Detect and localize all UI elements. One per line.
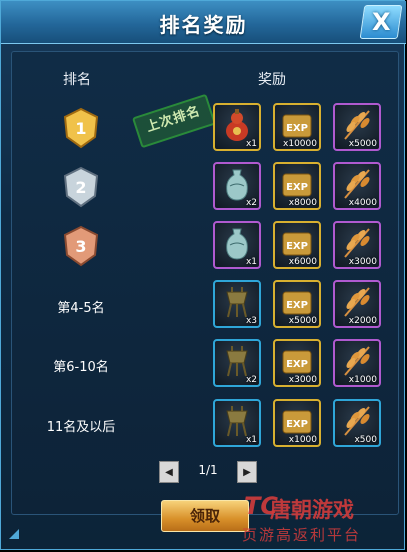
reward-qty: x4000 <box>348 198 377 208</box>
exp-scroll-icon: EXP <box>282 173 312 197</box>
silver-rank-badge: 2 <box>61 166 101 208</box>
bronze-vessel-icon <box>226 406 248 437</box>
reward-item[interactable]: EXP x8000 <box>273 162 321 210</box>
watermark-sub: 页游高返利平台 <box>242 526 362 544</box>
reward-qty: x1000 <box>348 375 377 385</box>
reward-item[interactable]: EXP x3000 <box>273 339 321 387</box>
svg-text:EXP: EXP <box>286 241 308 252</box>
exp-scroll-icon: EXP <box>282 291 312 315</box>
close-icon: X <box>371 8 391 36</box>
reward-qty: x2 <box>245 198 257 208</box>
rank-number: 1 <box>75 119 86 138</box>
rank-number: 3 <box>75 237 86 256</box>
reward-qty: x3000 <box>288 375 317 385</box>
claim-button[interactable]: 领取 <box>161 500 249 532</box>
watermark-main: 唐朝游戏 <box>270 498 354 522</box>
svg-text:EXP: EXP <box>286 123 308 134</box>
reward-item[interactable]: x3 <box>213 280 261 328</box>
next-arrow-icon: ▶ <box>243 466 251 478</box>
reward-qty: x2 <box>245 375 257 385</box>
bronze-vessel-icon <box>226 346 248 377</box>
reward-qty: x5000 <box>288 316 317 326</box>
reward-qty: x6000 <box>288 257 317 267</box>
gold-rank-badge: 1 <box>61 107 101 149</box>
reward-qty: x10000 <box>283 139 317 149</box>
svg-text:EXP: EXP <box>286 359 308 370</box>
reward-item[interactable]: x2 <box>213 162 261 210</box>
reward-item[interactable]: EXP x1000 <box>273 399 321 447</box>
reward-item[interactable]: x3000 <box>333 221 381 269</box>
exp-scroll-icon: EXP <box>282 114 312 138</box>
reward-item[interactable]: EXP x6000 <box>273 221 321 269</box>
reward-item[interactable]: x500 <box>333 399 381 447</box>
close-button[interactable]: X <box>359 5 403 39</box>
svg-text:EXP: EXP <box>286 300 308 311</box>
reward-item[interactable]: x2000 <box>333 280 381 328</box>
reward-qty: x3000 <box>348 257 377 267</box>
rank-label: 第6-10名 <box>53 360 109 375</box>
page-indicator: 1/1 <box>198 463 218 477</box>
vase-icon <box>226 169 248 201</box>
bronze-vessel-icon <box>226 287 248 318</box>
svg-text:EXP: EXP <box>286 182 308 193</box>
rank-label: 11名及以后 <box>46 420 116 435</box>
reward-item[interactable]: x1 <box>213 399 261 447</box>
exp-scroll-icon: EXP <box>282 410 312 434</box>
next-page-button[interactable]: ▶ <box>237 461 257 483</box>
wheat-icon <box>344 346 370 376</box>
bronze-rank-badge: 3 <box>61 225 101 267</box>
reward-qty: x1000 <box>288 435 317 445</box>
reward-qty: x8000 <box>288 198 317 208</box>
reward-item[interactable]: EXP x10000 <box>273 103 321 151</box>
reward-column-header: 奖励 <box>258 72 286 88</box>
svg-text:EXP: EXP <box>286 419 308 430</box>
rank-number: 2 <box>75 178 86 197</box>
window-title: 排名奖励 <box>159 13 248 37</box>
reward-qty: x5000 <box>348 139 377 149</box>
exp-scroll-icon: EXP <box>282 350 312 374</box>
reward-item[interactable]: x5000 <box>333 103 381 151</box>
corner-resize-icon <box>9 529 19 539</box>
prev-arrow-icon: ◀ <box>165 466 173 478</box>
reward-qty: x1 <box>245 139 257 149</box>
reward-qty: x500 <box>354 435 377 445</box>
rank-label: 第4-5名 <box>57 301 105 316</box>
wheat-icon <box>344 110 370 140</box>
prev-page-button[interactable]: ◀ <box>159 461 179 483</box>
wheat-icon <box>344 287 370 317</box>
wheat-icon <box>344 169 370 199</box>
reward-qty: x2000 <box>348 316 377 326</box>
reward-qty: x1 <box>245 435 257 445</box>
wheat-icon <box>344 228 370 258</box>
rank-column-header: 排名 <box>63 72 91 88</box>
reward-item[interactable]: x4000 <box>333 162 381 210</box>
reward-item[interactable]: EXP x5000 <box>273 280 321 328</box>
title-bar: 排名奖励 X <box>1 1 406 44</box>
pager: ◀ 1/1 ▶ <box>159 461 257 483</box>
wheat-icon <box>344 406 370 436</box>
reward-item[interactable]: x1 <box>213 103 261 151</box>
reward-qty: x3 <box>245 316 257 326</box>
vase-icon <box>226 228 248 260</box>
reward-window: 排名奖励 X 排名 奖励 上次排名 1 x1 EXP x10000 x5000 2 x2 EX… <box>0 0 406 550</box>
reward-qty: x1 <box>245 257 257 267</box>
exp-scroll-icon: EXP <box>282 232 312 256</box>
gourd-icon <box>226 109 248 141</box>
reward-item[interactable]: x2 <box>213 339 261 387</box>
reward-item[interactable]: x1000 <box>333 339 381 387</box>
reward-item[interactable]: x1 <box>213 221 261 269</box>
watermark: TC 唐朝游戏 页游高返利平台 <box>240 490 407 552</box>
